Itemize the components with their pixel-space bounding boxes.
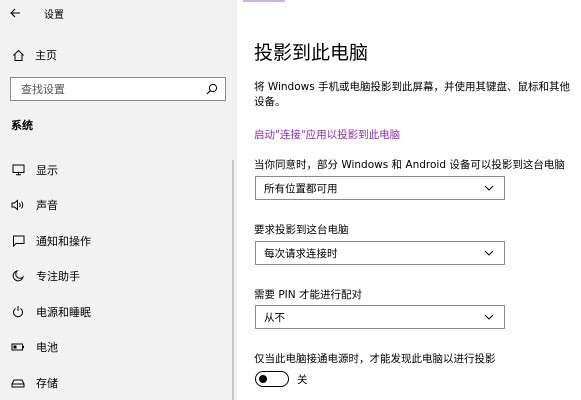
- page-description: 将 Windows 手机或电脑投影到此屏幕，并使用其键盘、鼠标和其他设备。: [254, 81, 571, 108]
- toggle-state-label: 关: [297, 373, 308, 386]
- sidebar-item-label: 通知和操作: [36, 234, 91, 248]
- chevron-down-icon: [482, 246, 496, 260]
- sidebar-item-label: 专注助手: [36, 270, 80, 284]
- pin-pairing-dropdown[interactable]: 从不: [255, 305, 505, 329]
- sidebar-scrollbar[interactable]: [232, 160, 234, 400]
- sidebar-item-focus-assist[interactable]: 专注助手: [0, 259, 237, 295]
- power-icon: [11, 305, 25, 319]
- launch-connect-app-link[interactable]: 启动"连接"应用以投影到此电脑: [254, 127, 400, 142]
- availability-label: 当你同意时，部分 Windows 和 Android 设备可以投影到这台电脑: [254, 159, 565, 171]
- storage-icon: [11, 376, 25, 390]
- sidebar-item-label: 显示: [36, 163, 58, 177]
- speaker-icon: [11, 198, 25, 212]
- nav-list: 显示 声音 通知和操作 专注助手 电源和睡眠 电池 存储: [0, 152, 237, 400]
- sidebar: 设置 主页 系统 显示 声音 通知和操作: [0, 0, 237, 400]
- sidebar-item-label: 电源和睡眠: [36, 305, 91, 319]
- toggle-knob: [259, 374, 267, 383]
- page-title: 投影到此电脑: [254, 42, 369, 64]
- home-label: 主页: [35, 49, 57, 62]
- search-box[interactable]: [10, 77, 226, 101]
- monitor-icon: [11, 163, 25, 177]
- main-content: 投影到此电脑 将 Windows 手机或电脑投影到此屏幕，并使用其键盘、鼠标和其…: [237, 0, 581, 400]
- availability-value: 所有位置都可用: [264, 182, 338, 195]
- sidebar-item-power-sleep[interactable]: 电源和睡眠: [0, 294, 237, 330]
- sidebar-item-home[interactable]: 主页: [0, 42, 237, 68]
- power-discovery-toggle-row: 关: [255, 371, 308, 387]
- search-input[interactable]: [21, 82, 191, 96]
- sidebar-item-label: 声音: [36, 199, 58, 213]
- sidebar-item-display[interactable]: 显示: [0, 152, 237, 188]
- battery-icon: [11, 340, 25, 354]
- sidebar-item-battery[interactable]: 电池: [0, 330, 237, 366]
- availability-dropdown[interactable]: 所有位置都可用: [255, 176, 505, 200]
- notification-icon: [11, 234, 25, 248]
- sidebar-item-storage[interactable]: 存储: [0, 365, 237, 400]
- section-title: 系统: [11, 119, 33, 132]
- power-discovery-label: 仅当此电脑接通电源时，才能发现此电脑以进行投影: [254, 353, 496, 365]
- chevron-down-icon: [482, 181, 496, 195]
- moon-icon: [11, 269, 25, 283]
- request-projection-label: 要求投影到这台电脑: [254, 224, 349, 236]
- home-icon: [11, 48, 25, 62]
- sidebar-item-notifications[interactable]: 通知和操作: [0, 223, 237, 259]
- sidebar-item-sound[interactable]: 声音: [0, 188, 237, 224]
- sidebar-item-label: 电池: [36, 341, 58, 355]
- back-button[interactable]: [0, 0, 30, 26]
- back-arrow-icon: [9, 8, 20, 18]
- app-title: 设置: [44, 9, 64, 21]
- sidebar-item-label: 存储: [36, 376, 58, 390]
- chevron-down-icon: [482, 310, 496, 324]
- pin-pairing-label: 需要 PIN 才能进行配对: [254, 289, 362, 301]
- power-discovery-toggle[interactable]: [255, 371, 289, 387]
- title-bar: 设置: [0, 0, 237, 26]
- request-projection-dropdown[interactable]: 每次请求连接时: [255, 241, 505, 265]
- search-icon[interactable]: [205, 82, 219, 96]
- pin-pairing-value: 从不: [264, 311, 285, 324]
- request-projection-value: 每次请求连接时: [264, 247, 338, 260]
